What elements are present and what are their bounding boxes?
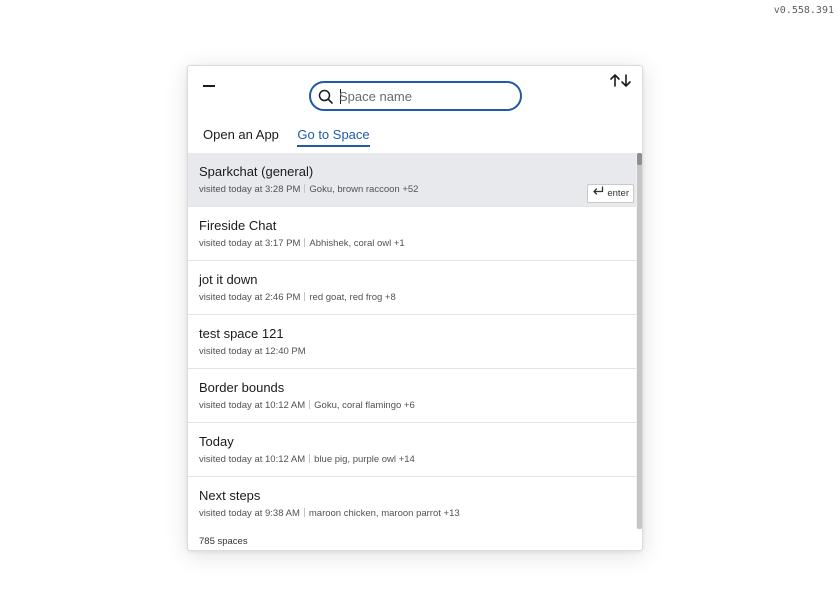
scrollbar[interactable] [636, 153, 642, 529]
space-members: Goku, brown raccoon +52 [309, 184, 419, 195]
space-members: Goku, coral flamingo +6 [314, 400, 415, 411]
list-item[interactable]: test space 121 visited today at 12:40 PM [188, 315, 636, 369]
enter-label: enter [607, 188, 629, 199]
visited-time: visited today at 12:40 PM [199, 346, 306, 357]
search-box[interactable] [309, 81, 522, 111]
enter-return-icon [592, 185, 604, 202]
visited-time: visited today at 2:46 PM [199, 292, 301, 303]
search-icon [318, 89, 334, 105]
space-name: Fireside Chat [199, 218, 277, 233]
list-item[interactable]: Fireside Chat visited today at 3:17 PM Ab… [188, 207, 636, 261]
space-members: Abhishek, coral owl +1 [309, 238, 405, 249]
scrollbar-thumb[interactable] [637, 153, 642, 165]
space-meta: visited today at 3:17 PM Abhishek, coral … [199, 238, 636, 250]
list-item[interactable]: Today visited today at 10:12 AM blue pig,… [188, 423, 636, 477]
tab-go-to-space[interactable]: Go to Space [297, 127, 370, 147]
space-name: Next steps [199, 488, 261, 503]
divider [304, 184, 306, 193]
space-name: Today [199, 434, 234, 449]
divider [309, 454, 311, 463]
minimize-icon[interactable] [202, 78, 218, 94]
tab-open-an-app[interactable]: Open an App [203, 127, 279, 145]
list-item[interactable]: Sparkchat (general) visited today at 3:2… [188, 153, 636, 207]
list-item[interactable]: Next steps visited today at 9:38 AM maroo… [188, 477, 636, 529]
space-meta: visited today at 3:28 PM Goku, brown racc… [199, 184, 636, 196]
space-name: Sparkchat (general) [199, 164, 314, 179]
space-members: blue pig, purple owl +14 [314, 454, 415, 465]
scrollbar-track[interactable] [637, 153, 642, 529]
visited-time: visited today at 10:12 AM [199, 400, 306, 411]
visited-time: visited today at 9:38 AM [199, 508, 300, 519]
visited-time: visited today at 3:28 PM [199, 184, 301, 195]
divider [304, 238, 306, 247]
space-meta: visited today at 2:46 PM red goat, red fr… [199, 292, 636, 304]
version-label: v0.558.391 [773, 5, 834, 16]
space-meta: visited today at 12:40 PM [199, 346, 636, 358]
space-name: Border bounds [199, 380, 285, 395]
sort-arrows-icon[interactable] [608, 72, 634, 90]
divider [309, 400, 311, 409]
space-meta: visited today at 10:12 AM blue pig, purpl… [199, 454, 636, 466]
divider [304, 292, 306, 301]
space-members: maroon chicken, maroon parrot +13 [308, 508, 460, 519]
visited-time: visited today at 10:12 AM [199, 454, 306, 465]
space-count: 785 spaces [199, 536, 248, 547]
space-meta: visited today at 10:12 AM Goku, coral fla… [199, 400, 636, 412]
divider [303, 508, 305, 517]
tab-bar: Open an App Go to Space [203, 126, 384, 148]
space-meta: visited today at 9:38 AM maroon chicken, … [199, 508, 636, 520]
space-name: test space 121 [199, 326, 284, 341]
search-input[interactable] [339, 87, 509, 105]
space-list: Sparkchat (general) visited today at 3:2… [188, 153, 636, 529]
enter-button[interactable]: enter [587, 184, 634, 203]
space-members: red goat, red frog +8 [309, 292, 396, 303]
space-name: jot it down [199, 272, 258, 287]
visited-time: visited today at 3:17 PM [199, 238, 301, 249]
list-item[interactable]: Border bounds visited today at 10:12 AM G… [188, 369, 636, 423]
list-item[interactable]: jot it down visited today at 2:46 PM red … [188, 261, 636, 315]
space-switcher-panel: Open an App Go to Space Sparkchat (gener… [187, 65, 643, 551]
